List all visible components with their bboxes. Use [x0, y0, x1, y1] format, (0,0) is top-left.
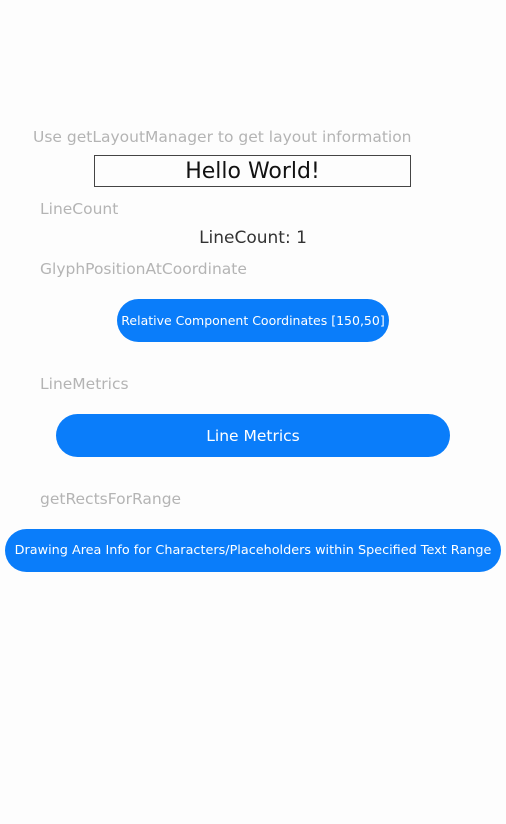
line-metrics-label: LineMetrics — [40, 375, 129, 393]
intro-text: Use getLayoutManager to get layout infor… — [33, 128, 412, 146]
rects-for-range-label: getRectsForRange — [40, 490, 182, 508]
hello-world-text-box: Hello World! — [94, 155, 411, 187]
glyph-position-label: GlyphPositionAtCoordinate — [40, 260, 247, 278]
line-metrics-button[interactable]: Line Metrics — [56, 414, 450, 457]
line-count-value: LineCount: 1 — [199, 228, 307, 248]
rects-for-range-button-label: Drawing Area Info for Characters/Placeho… — [14, 543, 492, 558]
rects-for-range-button[interactable]: Drawing Area Info for Characters/Placeho… — [5, 529, 501, 572]
line-count-label: LineCount — [40, 200, 119, 218]
relative-coordinates-button[interactable]: Relative Component Coordinates [150,50] — [117, 299, 389, 342]
hello-world-text: Hello World! — [185, 158, 320, 184]
relative-coordinates-button-label: Relative Component Coordinates [150,50] — [121, 313, 385, 328]
line-metrics-button-label: Line Metrics — [206, 426, 300, 445]
